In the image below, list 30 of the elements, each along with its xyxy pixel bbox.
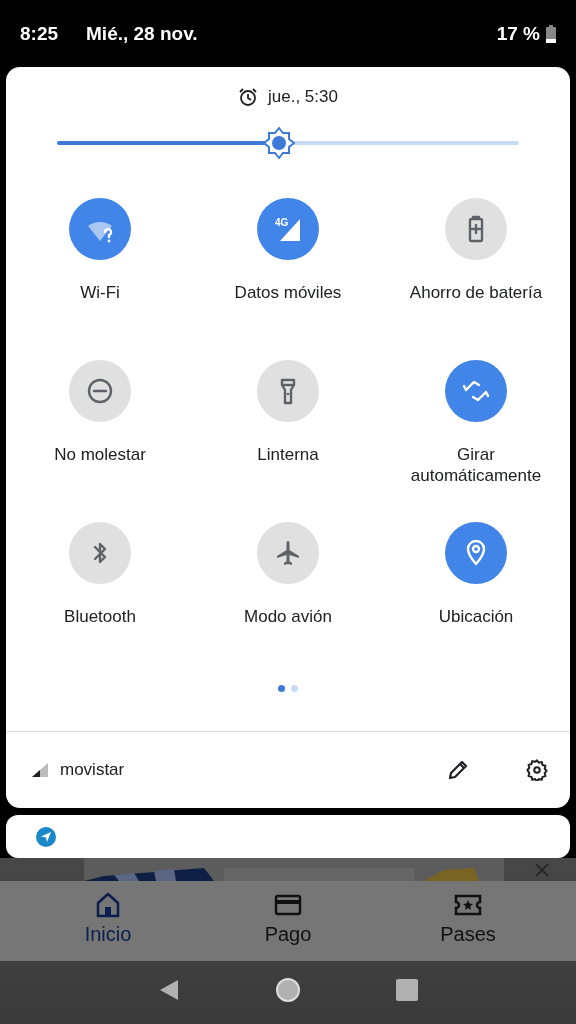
nav-tab[interactable]: Inicio [58, 891, 158, 961]
brightness-slider[interactable] [57, 126, 519, 160]
battery-icon [546, 24, 556, 43]
page-dot[interactable] [278, 685, 285, 692]
nav-tab[interactable]: Pago [238, 891, 338, 961]
date-text: Mié., 28 nov. [86, 22, 198, 45]
tile-label: Wi-Fi [79, 282, 121, 303]
carrier-name: movistar [60, 760, 125, 780]
tile-label: Girar automáticamente [409, 444, 543, 486]
home-button-icon[interactable] [275, 977, 301, 1003]
recents-icon[interactable] [396, 979, 419, 1001]
tile-label: No molestar [53, 444, 147, 465]
nav-tab[interactable]: Pases [418, 891, 518, 961]
tile-label: Linterna [256, 444, 320, 465]
tile-label: Ahorro de batería [408, 282, 544, 303]
tile-label: Modo avión [243, 606, 333, 627]
clock-time: 8:25 [20, 22, 59, 45]
signal-toggle[interactable]: 4G [257, 198, 319, 260]
signal-icon [32, 763, 48, 777]
settings-icon[interactable] [526, 759, 548, 781]
tile-label: Datos móviles [233, 282, 343, 303]
alarm-clock-icon [238, 87, 258, 107]
send-icon [36, 826, 56, 847]
tile-label: Bluetooth [63, 606, 137, 627]
tile-label: Ubicación [437, 606, 515, 627]
alarm-time: jue., 5:30 [268, 87, 338, 107]
edit-icon[interactable] [446, 758, 470, 782]
battery-percent: 17 % [496, 22, 540, 45]
home-icon [94, 891, 122, 919]
page-dot[interactable] [291, 685, 298, 692]
